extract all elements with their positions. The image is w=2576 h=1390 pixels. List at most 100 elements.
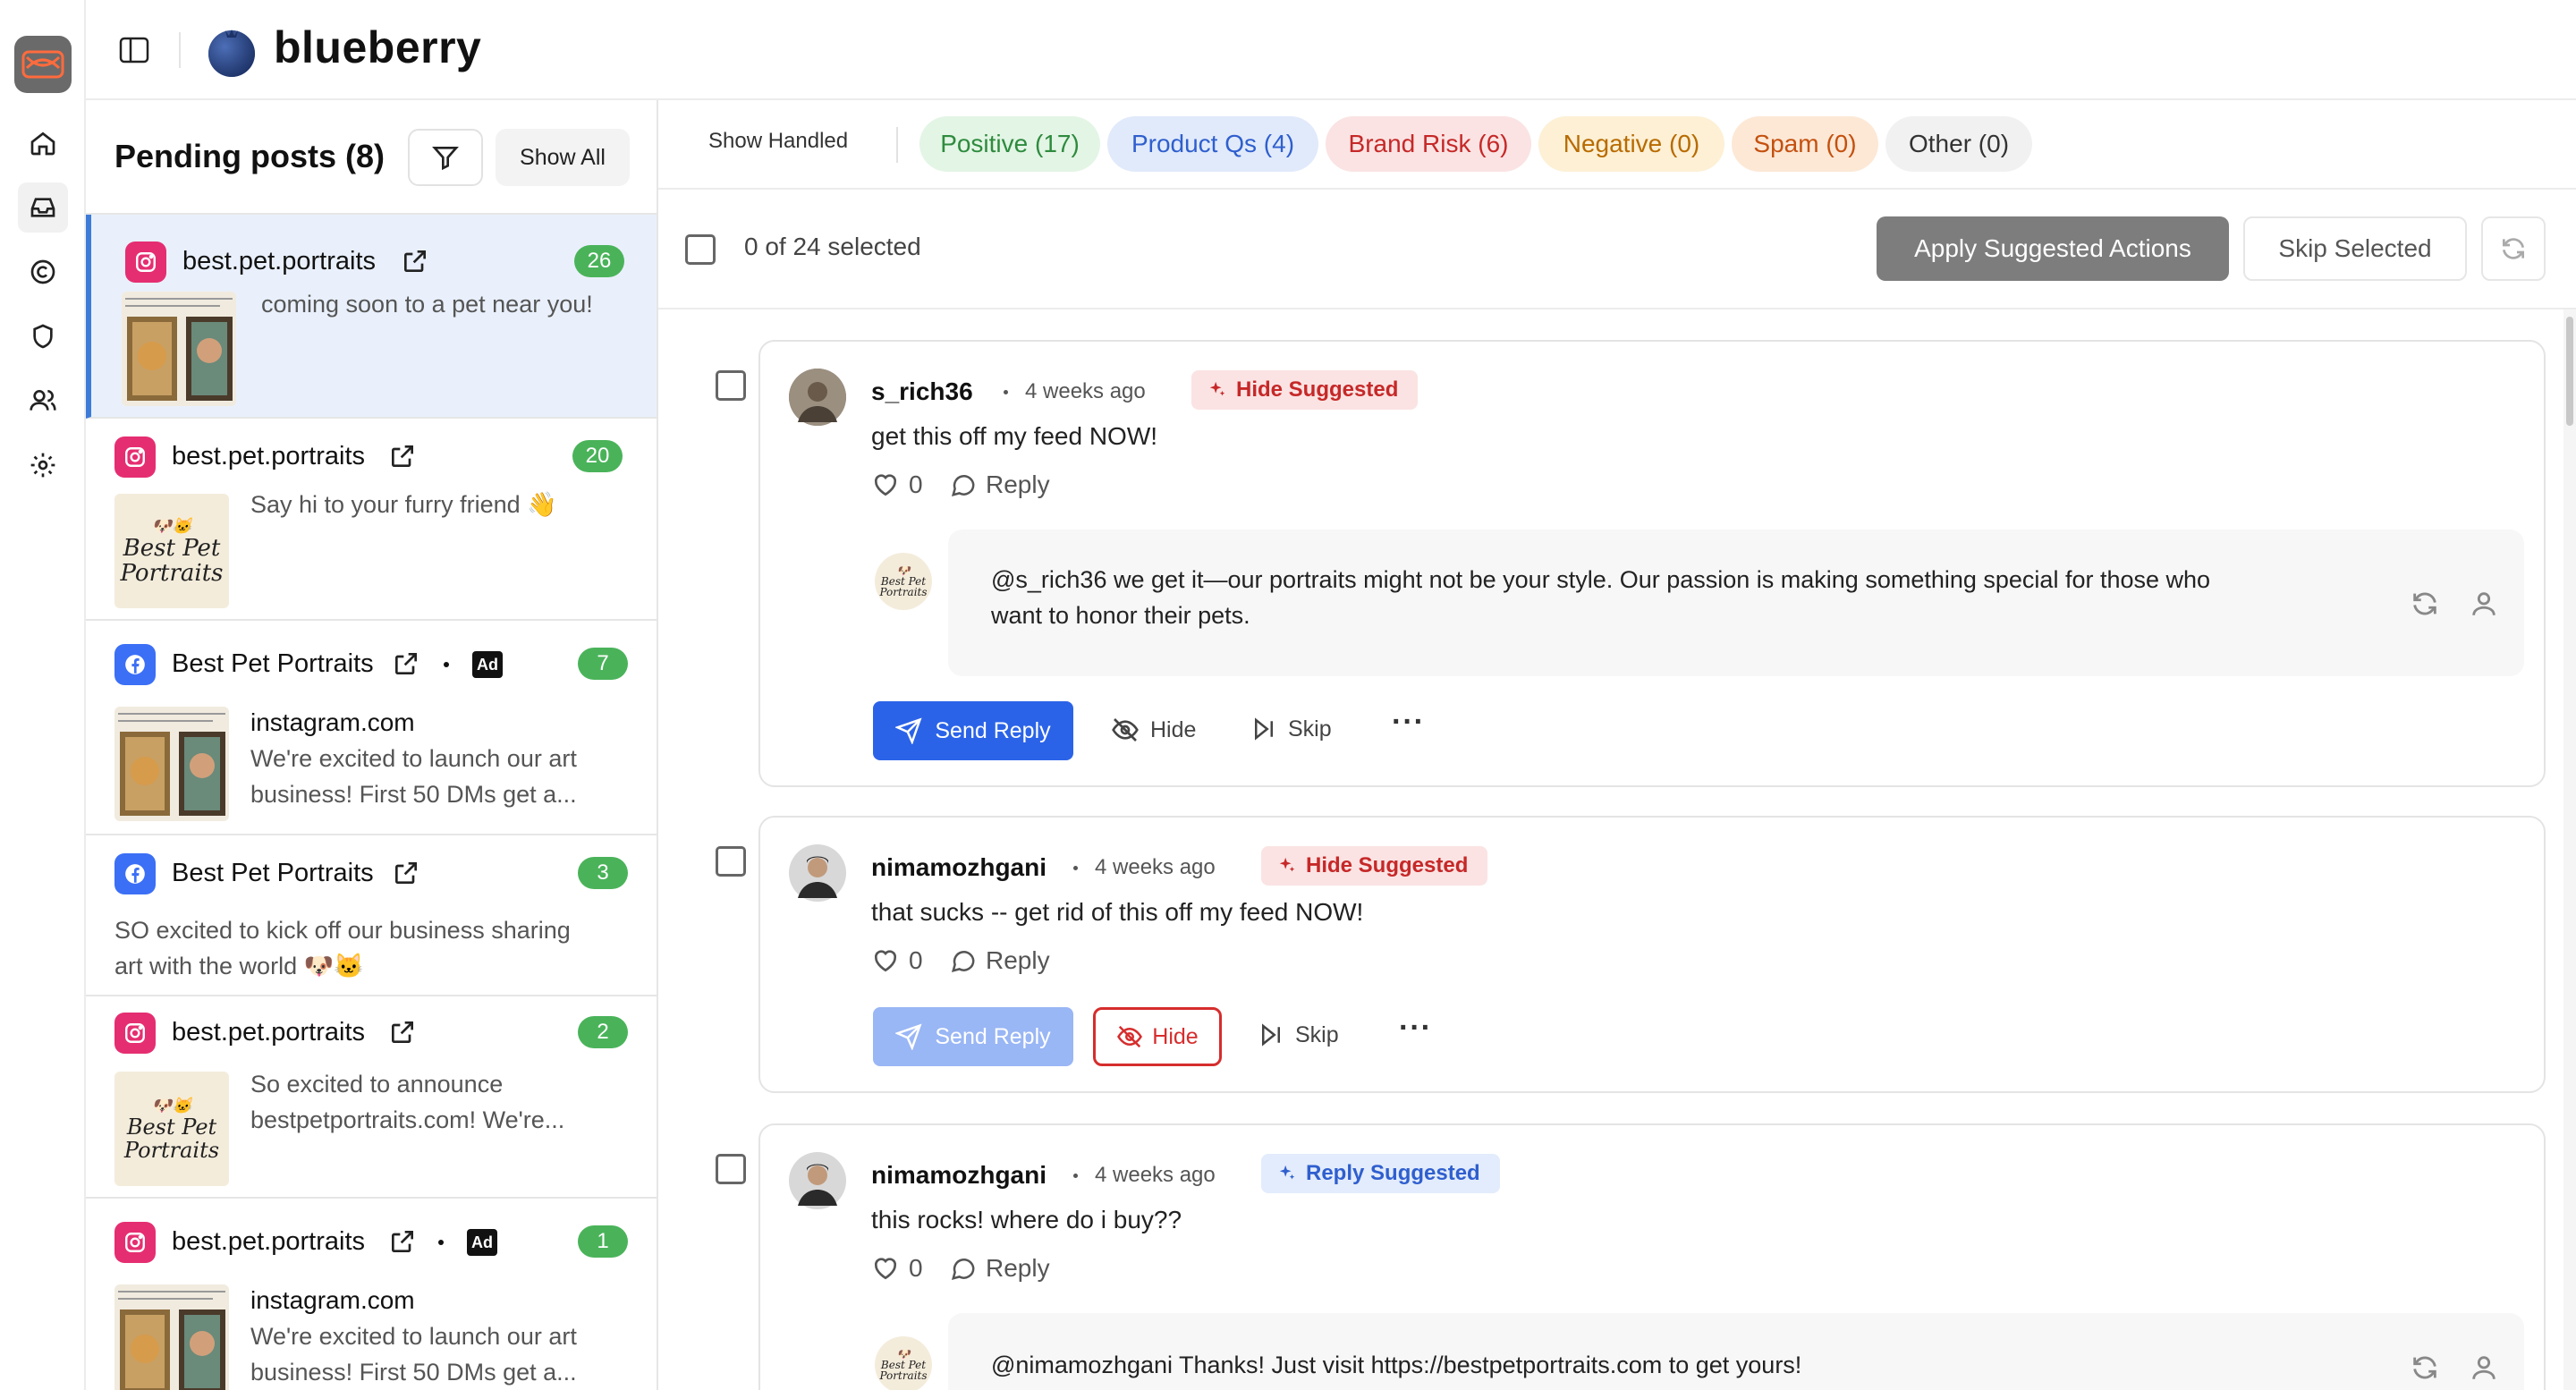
- suggested-reply-draft[interactable]: @s_rich36 we get it—our portraits might …: [948, 530, 2524, 676]
- post-account-name: best.pet.portraits: [172, 442, 365, 470]
- filter-button[interactable]: [408, 129, 483, 186]
- suggested-reply-draft[interactable]: @nimamozhgani Thanks! Just visit https:/…: [948, 1313, 2524, 1390]
- separator-dot: [1004, 390, 1008, 394]
- post-account-name: best.pet.portraits: [182, 247, 376, 275]
- tag-label: Hide Suggested: [1236, 377, 1399, 402]
- like-button[interactable]: 0: [871, 470, 923, 499]
- blueberry-logo-icon: [204, 23, 259, 79]
- comment-count-badge: 20: [572, 440, 623, 472]
- hide-suggested-tag: Hide Suggested: [1191, 370, 1419, 410]
- external-link-icon[interactable]: [392, 859, 420, 887]
- commenter-username[interactable]: nimamozhgani: [871, 853, 1046, 882]
- like-button[interactable]: 0: [871, 946, 923, 975]
- like-count: 0: [909, 946, 923, 974]
- posts-header: Pending posts (8) Show All: [86, 100, 657, 215]
- comment-count-badge: 1: [578, 1225, 628, 1258]
- select-all-checkbox[interactable]: [685, 234, 716, 265]
- thumb-logo-text: Best Pet: [123, 534, 221, 562]
- skip-button[interactable]: Skip: [1250, 716, 1332, 742]
- tab-negative[interactable]: Negative (0): [1538, 116, 1724, 172]
- send-reply-button[interactable]: Send Reply: [873, 701, 1073, 760]
- tab-positive[interactable]: Positive (17): [919, 116, 1100, 172]
- commenter-username[interactable]: s_rich36: [871, 377, 973, 406]
- tag-label: Hide Suggested: [1306, 853, 1469, 877]
- reply-button[interactable]: Reply: [950, 470, 1050, 499]
- comment-checkbox[interactable]: [716, 1154, 746, 1184]
- post-item[interactable]: best.pet.portraits 20 🐶🐱 Best Pet Portra…: [86, 419, 657, 621]
- tab-other[interactable]: Other (0): [1885, 116, 2032, 172]
- scrollbar-thumb[interactable]: [2566, 317, 2573, 426]
- show-handled-toggle[interactable]: Show Handled: [708, 129, 848, 154]
- comment-card: nimamozhgani 4 weeks ago Hide Suggested …: [758, 816, 2546, 1093]
- external-link-icon[interactable]: [388, 442, 417, 470]
- thumb-logo-text: Portraits: [123, 1137, 220, 1163]
- post-caption: Say hi to your furry friend 👋: [250, 491, 557, 518]
- external-link-icon[interactable]: [388, 1018, 417, 1047]
- post-caption: SO excited to kick off our business shar…: [114, 917, 571, 944]
- comment-checkbox[interactable]: [716, 370, 746, 401]
- separator-dot: [444, 662, 449, 667]
- left-rail: [0, 0, 86, 1390]
- post-account-name: best.pet.portraits: [172, 1227, 365, 1256]
- post-caption: So excited to announce: [250, 1071, 504, 1098]
- skip-button[interactable]: Skip: [1258, 1021, 1339, 1048]
- regenerate-icon[interactable]: [2410, 589, 2440, 619]
- app-logo[interactable]: [14, 36, 72, 93]
- commenter-avatar: [789, 844, 846, 902]
- rail-shield[interactable]: [25, 318, 61, 354]
- comment-checkbox[interactable]: [716, 846, 746, 877]
- rail-home[interactable]: [25, 125, 61, 161]
- post-link-domain: instagram.com: [250, 1286, 415, 1314]
- post-item[interactable]: Best Pet Portraits 3 SO excited to kick …: [86, 835, 657, 996]
- rail-copyright[interactable]: [25, 254, 61, 290]
- reply-button[interactable]: Reply: [950, 946, 1050, 975]
- show-all-button[interactable]: Show All: [496, 129, 630, 186]
- comments-list: s_rich36 4 weeks ago Hide Suggested get …: [658, 309, 2576, 1390]
- comment-count-badge: 26: [574, 245, 624, 277]
- hide-button[interactable]: Hide: [1093, 1007, 1222, 1066]
- eye-off-icon: [1112, 718, 1139, 742]
- like-button[interactable]: 0: [871, 1254, 923, 1283]
- external-link-icon[interactable]: [401, 247, 429, 275]
- regenerate-icon[interactable]: [2410, 1352, 2440, 1383]
- post-item[interactable]: Best Pet Portraits Ad 7 instagram.com We…: [86, 621, 657, 835]
- refresh-button[interactable]: [2481, 216, 2546, 281]
- post-item[interactable]: best.pet.portraits Ad 1 instagram.com We…: [86, 1199, 657, 1390]
- hide-button[interactable]: Hide: [1111, 716, 1196, 744]
- scrollbar-track[interactable]: [2563, 309, 2576, 1390]
- app-logo-icon: [20, 47, 66, 82]
- sidebar-toggle-button[interactable]: [116, 32, 152, 68]
- sparkle-icon: [1209, 381, 1225, 396]
- brand-logo-thumbnail: 🐶🐱 Best Pet Portraits: [114, 1072, 229, 1186]
- tab-brand-risk[interactable]: Brand Risk (6): [1326, 116, 1531, 172]
- speech-bubble-icon: [951, 1259, 975, 1281]
- commenter-username[interactable]: nimamozhgani: [871, 1161, 1046, 1190]
- rail-users[interactable]: [25, 383, 61, 419]
- tab-product-questions[interactable]: Product Qs (4): [1107, 116, 1318, 172]
- external-link-icon[interactable]: [392, 649, 420, 678]
- instagram-icon: [114, 436, 156, 478]
- user-icon[interactable]: [2469, 589, 2499, 619]
- post-item[interactable]: best.pet.portraits 26 coming soon to a p…: [86, 215, 657, 419]
- top-bar: blueberry: [86, 0, 2576, 100]
- more-options-button[interactable]: ···: [1392, 705, 1425, 740]
- user-icon[interactable]: [2469, 1352, 2499, 1383]
- skip-label: Skip: [1295, 1021, 1339, 1047]
- selection-status: 0 of 24 selected: [744, 233, 921, 260]
- more-options-button[interactable]: ···: [1399, 1011, 1432, 1046]
- post-caption: We're excited to launch our art: [250, 745, 577, 772]
- comment-count-badge: 3: [578, 857, 628, 889]
- post-account-name: best.pet.portraits: [172, 1018, 365, 1047]
- reply-button[interactable]: Reply: [950, 1254, 1050, 1283]
- brand-avatar: 🐶 Best Pet Portraits: [875, 553, 932, 610]
- rail-settings[interactable]: [25, 447, 61, 483]
- apply-suggested-actions-button[interactable]: Apply Suggested Actions: [1877, 216, 2229, 281]
- skip-selected-button[interactable]: Skip Selected: [2243, 216, 2467, 281]
- rail-inbox[interactable]: [18, 182, 68, 233]
- send-reply-button[interactable]: Send Reply: [873, 1007, 1073, 1066]
- external-link-icon[interactable]: [388, 1227, 417, 1256]
- instagram-icon: [114, 1222, 156, 1263]
- post-item[interactable]: best.pet.portraits 2 🐶🐱 Best Pet Portrai…: [86, 996, 657, 1199]
- send-label: Send Reply: [935, 717, 1051, 743]
- tab-spam[interactable]: Spam (0): [1732, 116, 1878, 172]
